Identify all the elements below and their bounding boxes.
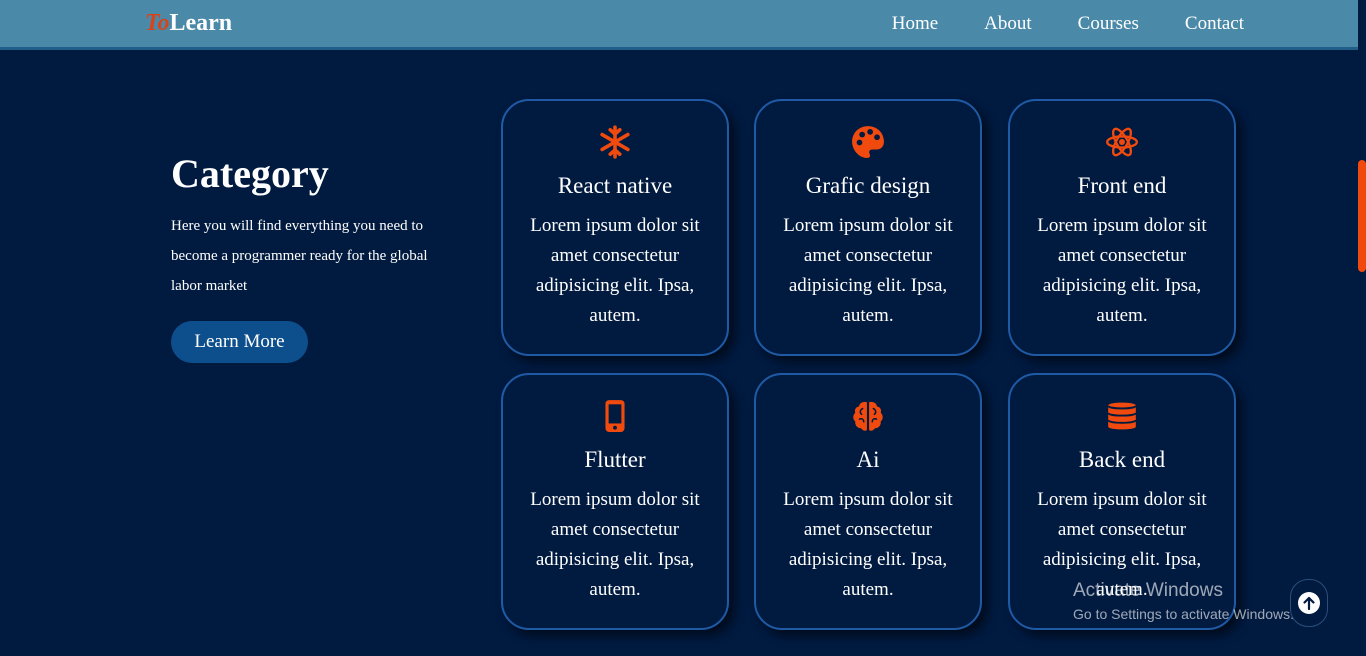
nav-links: Home About Courses Contact bbox=[846, 13, 1244, 35]
card-title: Front end bbox=[1077, 173, 1167, 198]
nav-about-link[interactable]: About bbox=[984, 13, 1032, 35]
scrollbar[interactable] bbox=[1358, 0, 1366, 656]
card-text: Lorem ipsum dolor sit amet consectetur a… bbox=[783, 489, 953, 600]
learn-more-button[interactable]: Learn More bbox=[171, 321, 308, 363]
arrow-up-circle-icon bbox=[1298, 592, 1320, 614]
card-text: Lorem ipsum dolor sit amet consectetur a… bbox=[1037, 215, 1207, 326]
nav-home-link[interactable]: Home bbox=[892, 13, 938, 35]
card-grafic-design[interactable]: Grafic design Lorem ipsum dolor sit amet… bbox=[754, 99, 982, 356]
navbar: ToLearn Home About Courses Contact bbox=[0, 0, 1358, 50]
card-front-end[interactable]: Front end Lorem ipsum dolor sit amet con… bbox=[1008, 99, 1236, 356]
card-text: Lorem ipsum dolor sit amet consectetur a… bbox=[783, 215, 953, 326]
database-icon bbox=[1010, 399, 1234, 435]
nav-contact-link[interactable]: Contact bbox=[1185, 13, 1244, 35]
mobile-icon bbox=[503, 399, 727, 435]
card-title: React native bbox=[557, 173, 673, 198]
watermark-title: Activate Windows bbox=[1073, 580, 1223, 601]
card-react-native[interactable]: React native Lorem ipsum dolor sit amet … bbox=[501, 99, 729, 356]
logo-main: Learn bbox=[169, 10, 233, 36]
scroll-to-top-button[interactable] bbox=[1290, 579, 1328, 627]
logo[interactable]: ToLearn bbox=[145, 10, 232, 37]
brain-icon bbox=[756, 399, 980, 435]
card-title: Flutter bbox=[584, 447, 646, 472]
card-title: Ai bbox=[856, 447, 880, 472]
logo-accent: To bbox=[145, 10, 170, 36]
atom-icon bbox=[1010, 125, 1234, 161]
card-text: Lorem ipsum dolor sit amet consectetur a… bbox=[530, 215, 700, 326]
activate-windows-watermark: Activate Windows Go to Settings to activ… bbox=[1073, 580, 1294, 622]
category-description: Here you will find everything you need t… bbox=[171, 218, 428, 294]
watermark-subtitle: Go to Settings to activate Windows. bbox=[1073, 606, 1294, 622]
card-title: Back end bbox=[1078, 447, 1166, 472]
palette-icon bbox=[756, 125, 980, 161]
card-ai[interactable]: Ai Lorem ipsum dolor sit amet consectetu… bbox=[754, 373, 982, 630]
snowflake-icon bbox=[503, 125, 727, 161]
category-intro: Category Here you will find everything y… bbox=[171, 150, 441, 363]
card-flutter[interactable]: Flutter Lorem ipsum dolor sit amet conse… bbox=[501, 373, 729, 630]
nav-courses-link[interactable]: Courses bbox=[1078, 13, 1139, 35]
card-text: Lorem ipsum dolor sit amet consectetur a… bbox=[530, 489, 700, 600]
category-title: Category bbox=[171, 151, 329, 196]
card-title: Grafic design bbox=[805, 173, 931, 198]
scrollbar-thumb[interactable] bbox=[1358, 160, 1366, 272]
